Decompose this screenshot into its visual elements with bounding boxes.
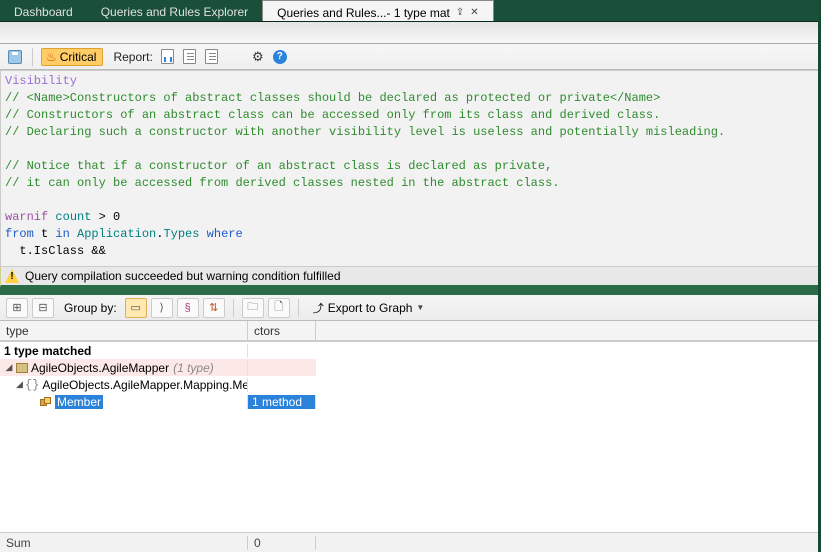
code-ident: count — [55, 210, 91, 224]
namespace-label: AgileObjects.AgileMapper — [31, 361, 169, 375]
code-text: > 0 — [91, 210, 120, 224]
group-btn-4[interactable]: ⇅ — [203, 298, 225, 318]
tab-dashboard[interactable]: Dashboard — [0, 0, 87, 21]
tab-queries-explorer[interactable]: Queries and Rules Explorer — [87, 0, 262, 21]
code-ident: Application — [70, 227, 156, 241]
package-icon — [16, 363, 28, 373]
group-by-label: Group by: — [64, 301, 117, 315]
help-icon: ? — [273, 50, 287, 64]
group-btn-3[interactable]: § — [177, 298, 199, 318]
results-grid-header: type ctors — [0, 321, 821, 342]
critical-toggle[interactable]: ♨ Critical — [41, 48, 103, 66]
export-icon: ⤴ — [313, 300, 324, 316]
namespace-label: AgileObjects.AgileMapper.Mapping.Memb — [42, 378, 248, 392]
member-ctors: 1 method — [248, 395, 316, 409]
list2-doc-icon — [205, 49, 218, 64]
chart-doc-icon — [161, 49, 174, 64]
separator — [32, 48, 33, 66]
compilation-status-bar: ! Query compilation succeeded but warnin… — [0, 267, 821, 287]
separator — [233, 299, 234, 317]
results-toolbar: ⊞ ⊟ Group by: ▭ ⟩ § ⇅ 🗀 🗋 ⤴ Export to Gr… — [0, 295, 821, 321]
report-list-button[interactable] — [181, 48, 199, 66]
export-to-graph-button[interactable]: ⤴ Export to Graph ▼ — [307, 298, 431, 318]
export-label: Export to Graph — [328, 301, 413, 315]
expander-icon[interactable]: ◢ — [4, 362, 14, 373]
list-doc-icon — [183, 49, 196, 64]
tab-content-header — [0, 22, 821, 44]
warning-icon: ! — [5, 269, 19, 283]
close-icon[interactable]: ✕ — [470, 7, 478, 18]
footer-label: Sum — [0, 536, 248, 550]
disk-icon — [8, 50, 22, 64]
code-comment: // Notice that if a constructor of an ab… — [5, 159, 552, 173]
code-text: t — [34, 227, 56, 241]
namespace-row[interactable]: ◢ {} AgileObjects.AgileMapper.Mapping.Me… — [0, 376, 316, 393]
code-keyword: warnif — [5, 210, 48, 224]
results-divider — [0, 287, 821, 295]
group-namespace-button[interactable]: ▭ — [125, 298, 147, 318]
report-detail-button[interactable] — [203, 48, 221, 66]
code-keyword: from — [5, 227, 34, 241]
flame-icon: ♨ — [46, 50, 57, 64]
code-comment: // Constructors of an abstract class can… — [5, 108, 660, 122]
member-row-selected[interactable]: Member 1 method — [0, 393, 316, 410]
editor-toolbar: ♨ Critical Report: ⚙ ? — [0, 44, 821, 70]
namespace-row[interactable]: ◢ AgileObjects.AgileMapper (1 type) — [0, 359, 316, 376]
separator — [298, 299, 299, 317]
code-comment: // <Name>Constructors of abstract classe… — [5, 91, 660, 105]
save-button[interactable] — [6, 48, 24, 66]
footer-value: 0 — [248, 536, 316, 550]
namespace-icon: {} — [25, 378, 39, 392]
collapse-all-button[interactable]: ⊟ — [32, 298, 54, 318]
code-comment: // Declaring such a constructor with ano… — [5, 125, 725, 139]
view-folder-button[interactable]: 🗀 — [242, 298, 264, 318]
code-section: Visibility — [5, 74, 77, 88]
code-keyword: where — [207, 227, 243, 241]
member-name: Member — [55, 395, 103, 409]
help-button[interactable]: ? — [271, 48, 289, 66]
expand-all-button[interactable]: ⊞ — [6, 298, 28, 318]
code-keyword: in — [55, 227, 69, 241]
results-tree: 1 type matched ◢ AgileObjects.AgileMappe… — [0, 342, 316, 558]
grid-footer: Sum 0 — [0, 532, 821, 552]
chevron-down-icon: ▼ — [416, 303, 424, 312]
col-header-ctors[interactable]: ctors — [248, 321, 316, 341]
col-header-empty — [316, 321, 821, 341]
code-comment: // it can only be accessed from derived … — [5, 176, 560, 190]
expander-icon[interactable]: ◢ — [16, 379, 23, 390]
type-icon — [40, 397, 52, 407]
settings-button[interactable]: ⚙ — [249, 48, 267, 66]
critical-label: Critical — [60, 50, 97, 64]
pin-icon[interactable]: ⇪ — [456, 7, 464, 18]
report-label: Report: — [113, 50, 152, 64]
group-btn-2[interactable]: ⟩ — [151, 298, 173, 318]
tab-bar: Dashboard Queries and Rules Explorer Que… — [0, 0, 821, 22]
tab-active-label: Queries and Rules...- 1 type mat — [277, 6, 450, 20]
col-header-type[interactable]: type — [0, 321, 248, 341]
gear-icon: ⚙ — [252, 49, 264, 65]
code-text: t.IsClass && — [5, 244, 106, 258]
summary-row: 1 type matched — [0, 342, 316, 359]
type-count: (1 type) — [173, 361, 214, 375]
report-chart-button[interactable] — [159, 48, 177, 66]
summary-text: 1 type matched — [0, 344, 248, 358]
tab-active-query[interactable]: Queries and Rules...- 1 type mat ⇪ ✕ — [262, 0, 494, 21]
code-ident: Types — [163, 227, 199, 241]
query-editor[interactable]: Visibility // <Name>Constructors of abst… — [0, 70, 821, 267]
view-file-button[interactable]: 🗋 — [268, 298, 290, 318]
status-text: Query compilation succeeded but warning … — [25, 269, 341, 283]
